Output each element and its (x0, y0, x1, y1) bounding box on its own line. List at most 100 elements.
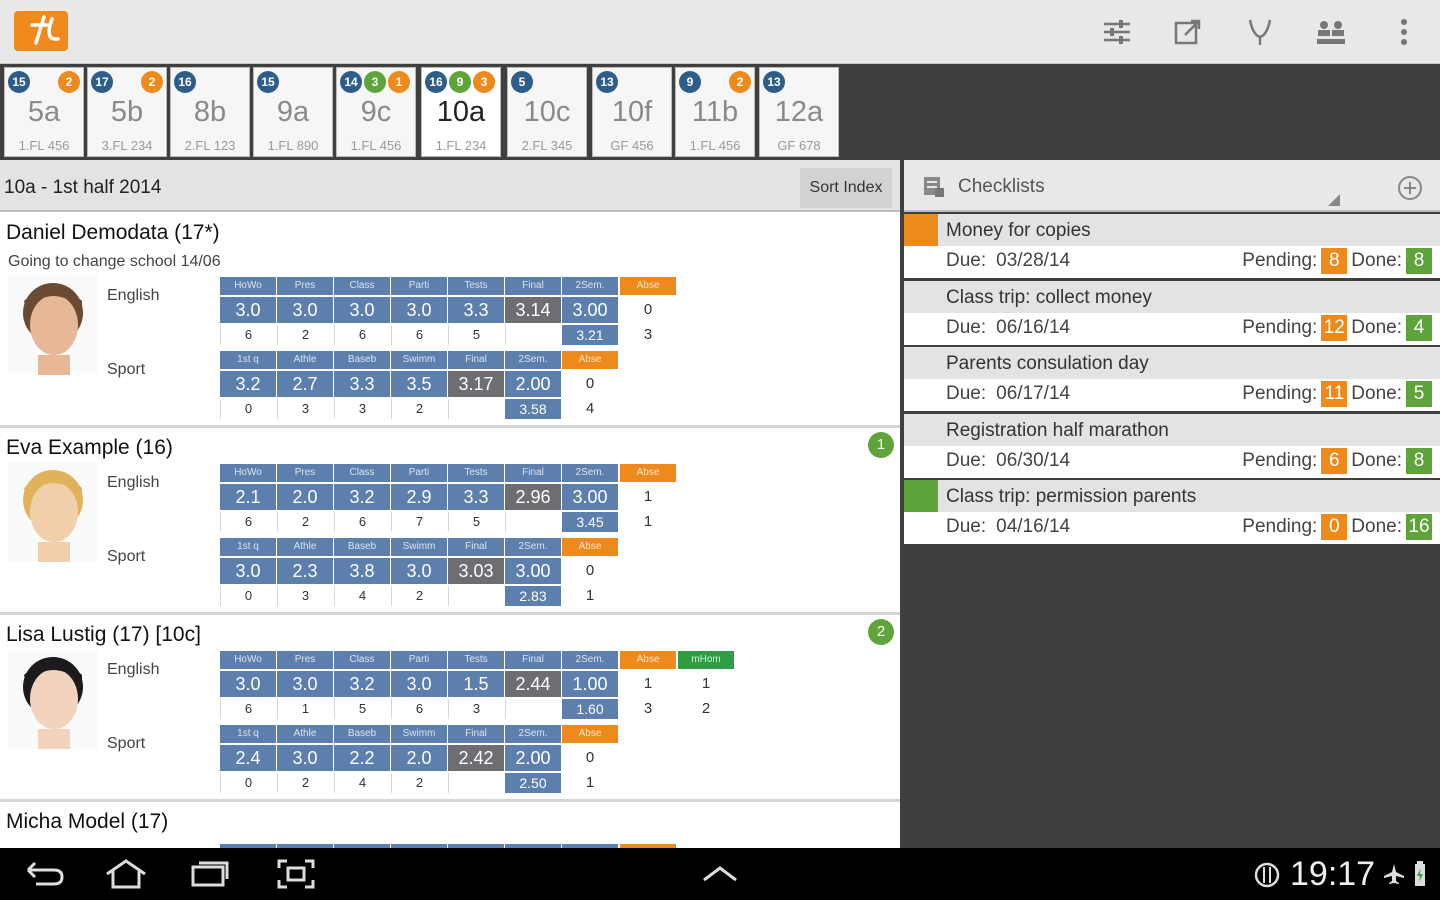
done-label: Done: (1351, 250, 1402, 271)
class-tab-10c[interactable]: 5 10c 2.FL 345 (507, 67, 587, 157)
sort-index-button[interactable]: Sort Index (800, 168, 892, 208)
recent-apps-icon[interactable] (186, 856, 234, 892)
add-checklist-icon[interactable] (1396, 174, 1424, 202)
class-tab-8b[interactable]: 16 8b 2.FL 123 (170, 67, 250, 157)
grade-value-cell[interactable]: 1 (620, 671, 676, 697)
due-date: 03/28/14 (996, 250, 1071, 271)
grade-value-cell[interactable]: 3.0 (277, 297, 333, 323)
class-tab-10f[interactable]: 13 10f GF 456 (592, 67, 672, 157)
grade-value-cell[interactable]: 3.0 (220, 297, 276, 323)
grade-value-cell[interactable]: 3.2 (334, 671, 390, 697)
grade-value-cell[interactable]: 3.00 (562, 297, 618, 323)
class-tab-10a[interactable]: 16 9 3 10a 1.FL 234 (421, 67, 501, 157)
class-tab-12a[interactable]: 13 12a GF 678 (759, 67, 839, 157)
class-tab-5b[interactable]: 17 2 5b 3.FL 234 (87, 67, 167, 157)
grade-value-cell[interactable]: 2.3 (277, 558, 333, 584)
grade-value-cell[interactable]: 3.0 (391, 671, 447, 697)
fork-icon[interactable] (1242, 14, 1278, 50)
grade-value-cell[interactable]: 0 (562, 745, 618, 771)
back-icon[interactable] (20, 856, 68, 892)
grade-value-cell[interactable]: 2.4 (220, 745, 276, 771)
grade-value-cell[interactable]: 2.2 (334, 745, 390, 771)
grade-header-cell: Pres (277, 651, 333, 669)
grade-value-cell[interactable]: 1 (678, 671, 734, 697)
grade-value-cell[interactable]: 3.3 (448, 297, 504, 323)
grade-value-cell[interactable]: 2.0 (391, 745, 447, 771)
grade-value-cell[interactable]: 3.3 (448, 484, 504, 510)
checklist-item[interactable]: Class trip: permission parents Due: 04/16/… (904, 480, 1440, 544)
grade-value-cell[interactable]: 3.8 (334, 558, 390, 584)
subject-label-sport: Sport (107, 735, 146, 752)
grade-value-cell[interactable]: 3.0 (220, 671, 276, 697)
grade-value-cell[interactable]: 2.1 (220, 484, 276, 510)
group-icon[interactable] (1313, 14, 1349, 50)
grade-value-cell[interactable]: 2.7 (277, 371, 333, 397)
grade-value-cell[interactable]: 3.00 (562, 484, 618, 510)
done-count: 4 (1406, 314, 1432, 341)
checklists-header[interactable]: Checklists (904, 160, 1440, 212)
grade-value-cell[interactable]: 2.42 (448, 745, 504, 771)
sliders-icon[interactable] (1099, 14, 1135, 50)
student-card[interactable]: Lisa Lustig (17) [10c] 2 English Sport HoWo P… (0, 615, 900, 802)
checklist-item[interactable]: Class trip: collect money Due: 06/16/14 Pen… (904, 280, 1440, 345)
done-count: 8 (1406, 447, 1432, 474)
class-room: 1.FL 890 (267, 138, 319, 153)
class-tab-9c[interactable]: 14 3 1 9c 1.FL 456 (336, 67, 416, 157)
checklist-item[interactable]: Money for copies Due: 03/28/14 Pending: 8 Don… (904, 214, 1440, 278)
grade-value-cell[interactable]: 3.00 (505, 558, 561, 584)
grade-value-cell[interactable]: 3.0 (277, 745, 333, 771)
grade-count-cell (448, 399, 504, 419)
checklist-item[interactable]: Registration half marathon Due: 06/30/14 Pe… (904, 413, 1440, 478)
grade-header-cell: Pres (277, 277, 333, 295)
grade-value-cell[interactable]: 3.0 (391, 558, 447, 584)
due-date: 06/30/14 (996, 449, 1071, 471)
grade-value-cell[interactable]: 3.0 (391, 297, 447, 323)
due-date: 06/17/14 (996, 383, 1071, 404)
grade-value-cell[interactable]: 3.3 (334, 371, 390, 397)
grade-value-cell[interactable]: 3.0 (220, 558, 276, 584)
grade-value-cell[interactable]: 0 (562, 371, 618, 397)
class-name: 9a (276, 96, 310, 128)
grade-value-cell[interactable]: 2.44 (505, 671, 561, 697)
student-card[interactable]: Eva Example (16) 1 English Sport HoWo Pres Cla… (0, 428, 900, 615)
grade-value-cell[interactable]: 3.5 (391, 371, 447, 397)
class-room: GF 456 (610, 138, 654, 153)
grade-value-cell[interactable]: 3.0 (277, 671, 333, 697)
grade-value-cell[interactable]: 0 (620, 297, 676, 323)
grade-value-cell[interactable]: 2.96 (505, 484, 561, 510)
grade-value-cell[interactable]: 2.0 (277, 484, 333, 510)
overflow-icon[interactable] (1386, 14, 1422, 50)
grade-value-cell[interactable]: 3.14 (505, 297, 561, 323)
grade-value-cell[interactable]: 1.5 (448, 671, 504, 697)
class-tab-11b[interactable]: 9 2 11b 1.FL 456 (675, 67, 755, 157)
grade-value-cell[interactable]: 3.03 (448, 558, 504, 584)
home-icon[interactable] (102, 856, 150, 892)
checklist-item[interactable]: Parents consulation day Due: 06/17/14 Pendi… (904, 347, 1440, 411)
grade-header-cell: HoWo (220, 277, 276, 295)
grade-value-cell[interactable]: 3.2 (220, 371, 276, 397)
student-card[interactable]: Daniel Demodata (17*) Going to change sch… (0, 213, 900, 428)
grade-value-cell[interactable]: 1.00 (562, 671, 618, 697)
class-tab-9a[interactable]: 15 9a 1.FL 890 (253, 67, 333, 157)
app-logo[interactable] (14, 11, 68, 51)
grade-header-cell: 1st q (220, 538, 276, 556)
screenshot-icon[interactable] (272, 856, 320, 892)
grade-count-cell: 2 (277, 325, 333, 345)
grade-value-cell[interactable]: 3.2 (334, 484, 390, 510)
grade-value-cell[interactable]: 3.0 (334, 297, 390, 323)
grade-value-cell[interactable]: 2.00 (505, 745, 561, 771)
grade-value-cell[interactable]: 2.9 (391, 484, 447, 510)
done-count: 5 (1406, 381, 1432, 407)
count-badge: 2 (729, 71, 751, 93)
grade-value-cell[interactable]: 1 (620, 484, 676, 510)
checklist-due: Due: 06/17/14 (946, 383, 1070, 405)
grade-value-cell[interactable]: 3.17 (448, 371, 504, 397)
class-tab-5a[interactable]: 15 2 5a 1.FL 456 (4, 67, 84, 157)
grade-value-cell[interactable]: 2.00 (505, 371, 561, 397)
student-card[interactable]: Micha Model (17) (0, 802, 900, 848)
export-icon[interactable] (1170, 14, 1206, 50)
grade-value-cell[interactable]: 0 (562, 558, 618, 584)
class-badges: 5 (511, 71, 583, 93)
chevron-up-icon[interactable] (696, 856, 744, 892)
pending-label: Pending: (1242, 383, 1318, 404)
